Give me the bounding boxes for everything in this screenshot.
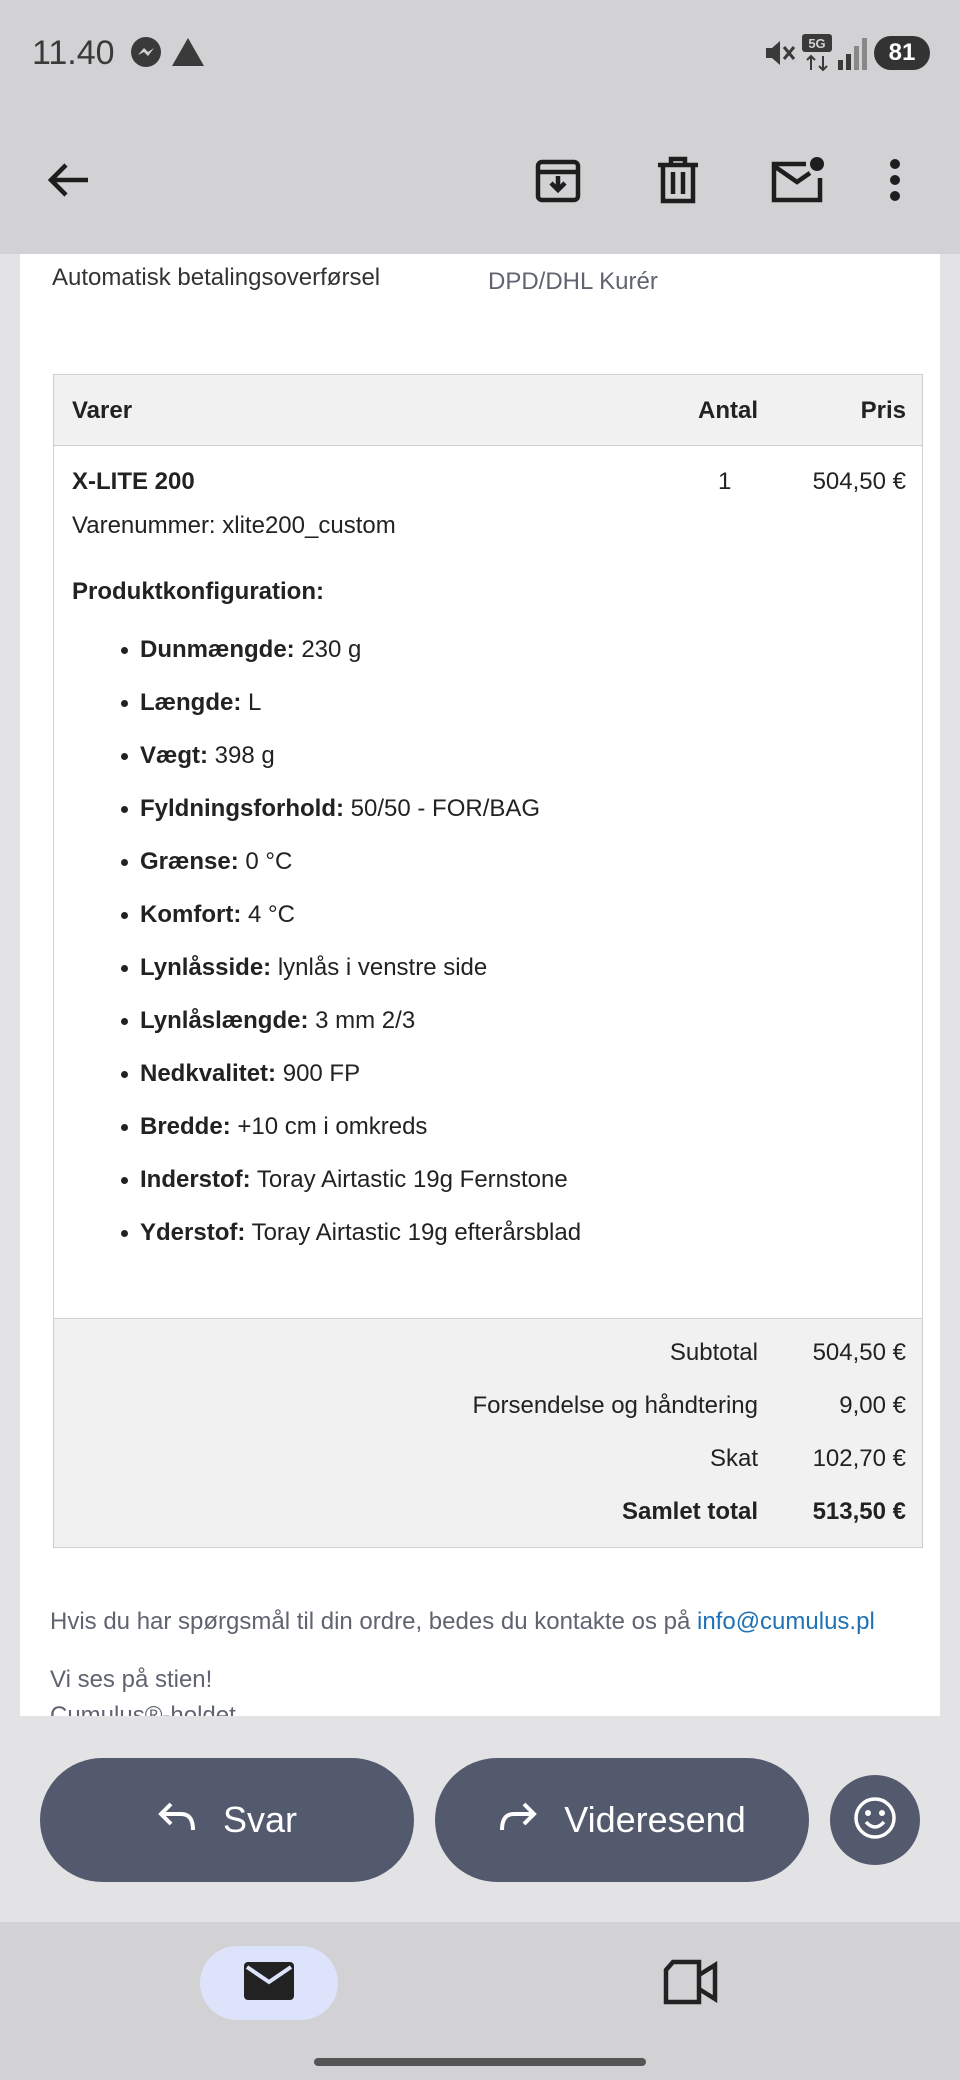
order-item-row: X-LITE 200 1 504,50 € Varenummer: xlite2…	[54, 446, 922, 1318]
tax-label: Skat	[709, 1445, 758, 1472]
reply-icon	[157, 1799, 197, 1841]
tax-row: Skat 102,70 €	[54, 1445, 922, 1485]
mute-icon	[762, 36, 796, 75]
email-toolbar	[0, 110, 960, 254]
forward-icon	[498, 1799, 538, 1841]
status-bar: 11.40 5G 81	[0, 0, 960, 110]
column-items: Varer	[72, 397, 133, 424]
spec-item: Vægt: 398 g	[120, 742, 581, 795]
spec-item: Nedkvalitet: 900 FP	[120, 1060, 581, 1113]
product-sku: Varenummer: xlite200_custom	[72, 512, 396, 539]
spec-list: Dunmængde: 230 g Længde: L Vægt: 398 g F…	[54, 636, 581, 1272]
delete-button[interactable]	[642, 146, 714, 218]
back-button[interactable]	[32, 146, 104, 218]
shipping-label: Forsendelse og håndtering	[472, 1392, 758, 1419]
spec-item: Grænse: 0 °C	[120, 848, 581, 901]
contact-email-link[interactable]: info@cumulus.pl	[697, 1608, 875, 1635]
signal-icon	[838, 36, 868, 75]
shipping-method: DPD/DHL Kurér	[488, 268, 658, 295]
spec-item: Lynlåsside: lynlås i venstre side	[120, 954, 581, 1007]
spec-item: Inderstof: Toray Airtastic 19g Fernstone	[120, 1166, 581, 1219]
home-indicator[interactable]	[314, 2058, 646, 2066]
emoji-icon	[853, 1796, 897, 1845]
mark-unread-button[interactable]	[762, 146, 834, 218]
order-table-header: Varer Antal Pris	[54, 375, 922, 446]
signoff-line-1: Vi ses på stien!	[50, 1666, 213, 1693]
product-name: X-LITE 200	[72, 468, 195, 495]
forward-button[interactable]: Videresend	[435, 1758, 809, 1882]
email-body: Automatisk betalingsoverførsel DPD/DHL K…	[20, 254, 940, 1716]
status-time: 11.40	[32, 34, 115, 72]
spec-item: Bredde: +10 cm i omkreds	[120, 1113, 581, 1166]
contact-line: Hvis du har spørgsmål til din ordre, bed…	[50, 1608, 875, 1636]
shipping-row: Forsendelse og håndtering 9,00 €	[54, 1392, 922, 1432]
contact-text: Hvis du har spørgsmål til din ordre, bed…	[50, 1608, 697, 1635]
network-5g-icon: 5G	[802, 34, 836, 77]
network-label: 5G	[808, 36, 825, 51]
battery-indicator: 81	[874, 36, 930, 70]
spec-item: Lynlåslængde: 3 mm 2/3	[120, 1007, 581, 1060]
spec-item: Længde: L	[120, 689, 581, 742]
reply-button[interactable]: Svar	[40, 1758, 414, 1882]
meet-icon	[663, 1959, 719, 2010]
product-qty: 1	[718, 468, 732, 495]
subtotal-label: Subtotal	[669, 1339, 758, 1366]
emoji-reaction-button[interactable]	[830, 1775, 920, 1865]
spec-item: Yderstof: Toray Airtastic 19g efterårsbl…	[120, 1219, 581, 1272]
back-arrow-icon	[46, 160, 90, 205]
column-qty: Antal	[698, 397, 758, 424]
more-vert-icon	[889, 158, 901, 207]
grand-total-row: Samlet total 513,50 €	[54, 1498, 922, 1538]
payment-method-label: Automatisk betalingsoverførsel	[52, 264, 381, 291]
archive-icon	[534, 156, 582, 209]
tax-value: 102,70 €	[812, 1445, 906, 1472]
bottom-navigation	[0, 1922, 960, 2080]
mail-icon	[243, 1961, 295, 2006]
spec-item: Komfort: 4 °C	[120, 901, 581, 954]
more-options-button[interactable]	[870, 146, 920, 218]
reply-label: Svar	[222, 1799, 298, 1840]
config-title: Produktkonfiguration:	[72, 578, 324, 605]
column-price: Pris	[860, 397, 906, 424]
nav-mail-tab[interactable]	[200, 1946, 338, 2020]
order-table: Varer Antal Pris X-LITE 200 1 504,50 € V…	[53, 374, 923, 1548]
subtotal-value: 504,50 €	[812, 1339, 906, 1366]
order-totals: Subtotal 504,50 € Forsendelse og håndter…	[54, 1318, 922, 1547]
signoff: Vi ses på stien! Cumulus®-holdet	[50, 1662, 236, 1716]
grand-total-value: 513,50 €	[812, 1498, 906, 1525]
product-price: 504,50 €	[812, 468, 906, 495]
shipping-value: 9,00 €	[839, 1392, 906, 1419]
subtotal-row: Subtotal 504,50 €	[54, 1339, 922, 1379]
spec-item: Fyldningsforhold: 50/50 - FOR/BAG	[120, 795, 581, 848]
mark-unread-icon	[770, 156, 826, 209]
forward-label: Videresend	[564, 1799, 746, 1840]
warning-triangle-icon	[170, 36, 206, 73]
grand-total-label: Samlet total	[621, 1498, 758, 1525]
spec-item: Dunmængde: 230 g	[120, 636, 581, 689]
delete-icon	[656, 156, 700, 209]
archive-button[interactable]	[522, 146, 594, 218]
nav-meet-tab[interactable]	[655, 1956, 727, 2012]
signoff-line-2: Cumulus®-holdet	[50, 1702, 236, 1716]
messenger-icon	[130, 36, 162, 73]
